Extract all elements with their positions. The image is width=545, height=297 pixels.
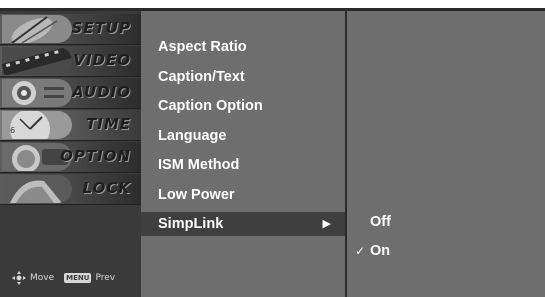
option-ism-method[interactable]: ISM Method bbox=[141, 151, 345, 181]
lock-icon bbox=[2, 175, 72, 203]
category-sidebar: SETUP VIDEO AUDIO 6 TIME OPTION LOCK Mov… bbox=[0, 11, 141, 297]
suboption-on[interactable]: ✓ On bbox=[347, 237, 545, 266]
film-reel-icon bbox=[2, 47, 72, 75]
option-label: ISM Method bbox=[158, 157, 240, 173]
submenu-arrow-icon: ▶ bbox=[322, 218, 331, 230]
category-setup[interactable]: SETUP bbox=[0, 14, 141, 45]
category-label: SETUP bbox=[71, 19, 131, 37]
option-label: Language bbox=[158, 127, 227, 144]
option-label: SimpLink bbox=[158, 216, 224, 232]
option-caption-text[interactable]: Caption/Text bbox=[141, 63, 345, 93]
category-option[interactable]: OPTION bbox=[0, 142, 141, 173]
suboption-off[interactable]: Off bbox=[347, 208, 545, 237]
tv-osd-menu: SETUP VIDEO AUDIO 6 TIME OPTION LOCK Mov… bbox=[0, 8, 545, 297]
option-low-power[interactable]: Low Power bbox=[141, 181, 345, 211]
option-label: Caption/Text bbox=[158, 68, 245, 85]
clock-icon: 6 bbox=[2, 111, 72, 139]
option-caption-option[interactable]: Caption Option bbox=[141, 92, 345, 122]
suboptions-panel: Off ✓ On bbox=[347, 11, 545, 297]
category-label: TIME bbox=[86, 115, 131, 133]
suboption-label: On bbox=[370, 243, 391, 259]
category-time[interactable]: 6 TIME bbox=[0, 110, 141, 141]
category-label: VIDEO bbox=[73, 51, 131, 69]
option-aspect-ratio[interactable]: Aspect Ratio bbox=[141, 33, 345, 63]
prev-hint: Prev bbox=[95, 273, 116, 283]
move-dpad-icon bbox=[12, 271, 26, 285]
category-label: LOCK bbox=[82, 179, 131, 197]
nav-hints: Move MENU Prev bbox=[12, 271, 115, 285]
category-lock[interactable]: LOCK bbox=[0, 174, 141, 205]
category-audio[interactable]: AUDIO bbox=[0, 78, 141, 109]
menu-key-icon: MENU bbox=[64, 273, 92, 283]
option-label: Caption Option bbox=[158, 98, 263, 114]
category-label: OPTION bbox=[60, 147, 131, 165]
category-video[interactable]: VIDEO bbox=[0, 46, 141, 77]
options-list: Aspect Ratio Caption/Text Caption Option… bbox=[141, 33, 345, 236]
option-simplink[interactable]: SimpLink ▶ bbox=[141, 212, 345, 236]
check-mark-icon: ✓ bbox=[355, 244, 366, 258]
svg-text:6: 6 bbox=[10, 126, 15, 135]
suboptions-list: Off ✓ On bbox=[347, 208, 545, 266]
options-panel: Aspect Ratio Caption/Text Caption Option… bbox=[141, 11, 345, 297]
suboption-label: Off bbox=[370, 214, 391, 230]
speaker-icon bbox=[2, 79, 72, 107]
category-list: SETUP VIDEO AUDIO 6 TIME OPTION LOCK bbox=[0, 14, 141, 206]
move-hint: Move bbox=[30, 273, 55, 283]
option-label: Low Power bbox=[158, 186, 235, 203]
category-label: AUDIO bbox=[72, 83, 131, 101]
option-language[interactable]: Language bbox=[141, 122, 345, 152]
satellite-dish-icon bbox=[2, 15, 72, 43]
option-label: Aspect Ratio bbox=[158, 39, 247, 55]
